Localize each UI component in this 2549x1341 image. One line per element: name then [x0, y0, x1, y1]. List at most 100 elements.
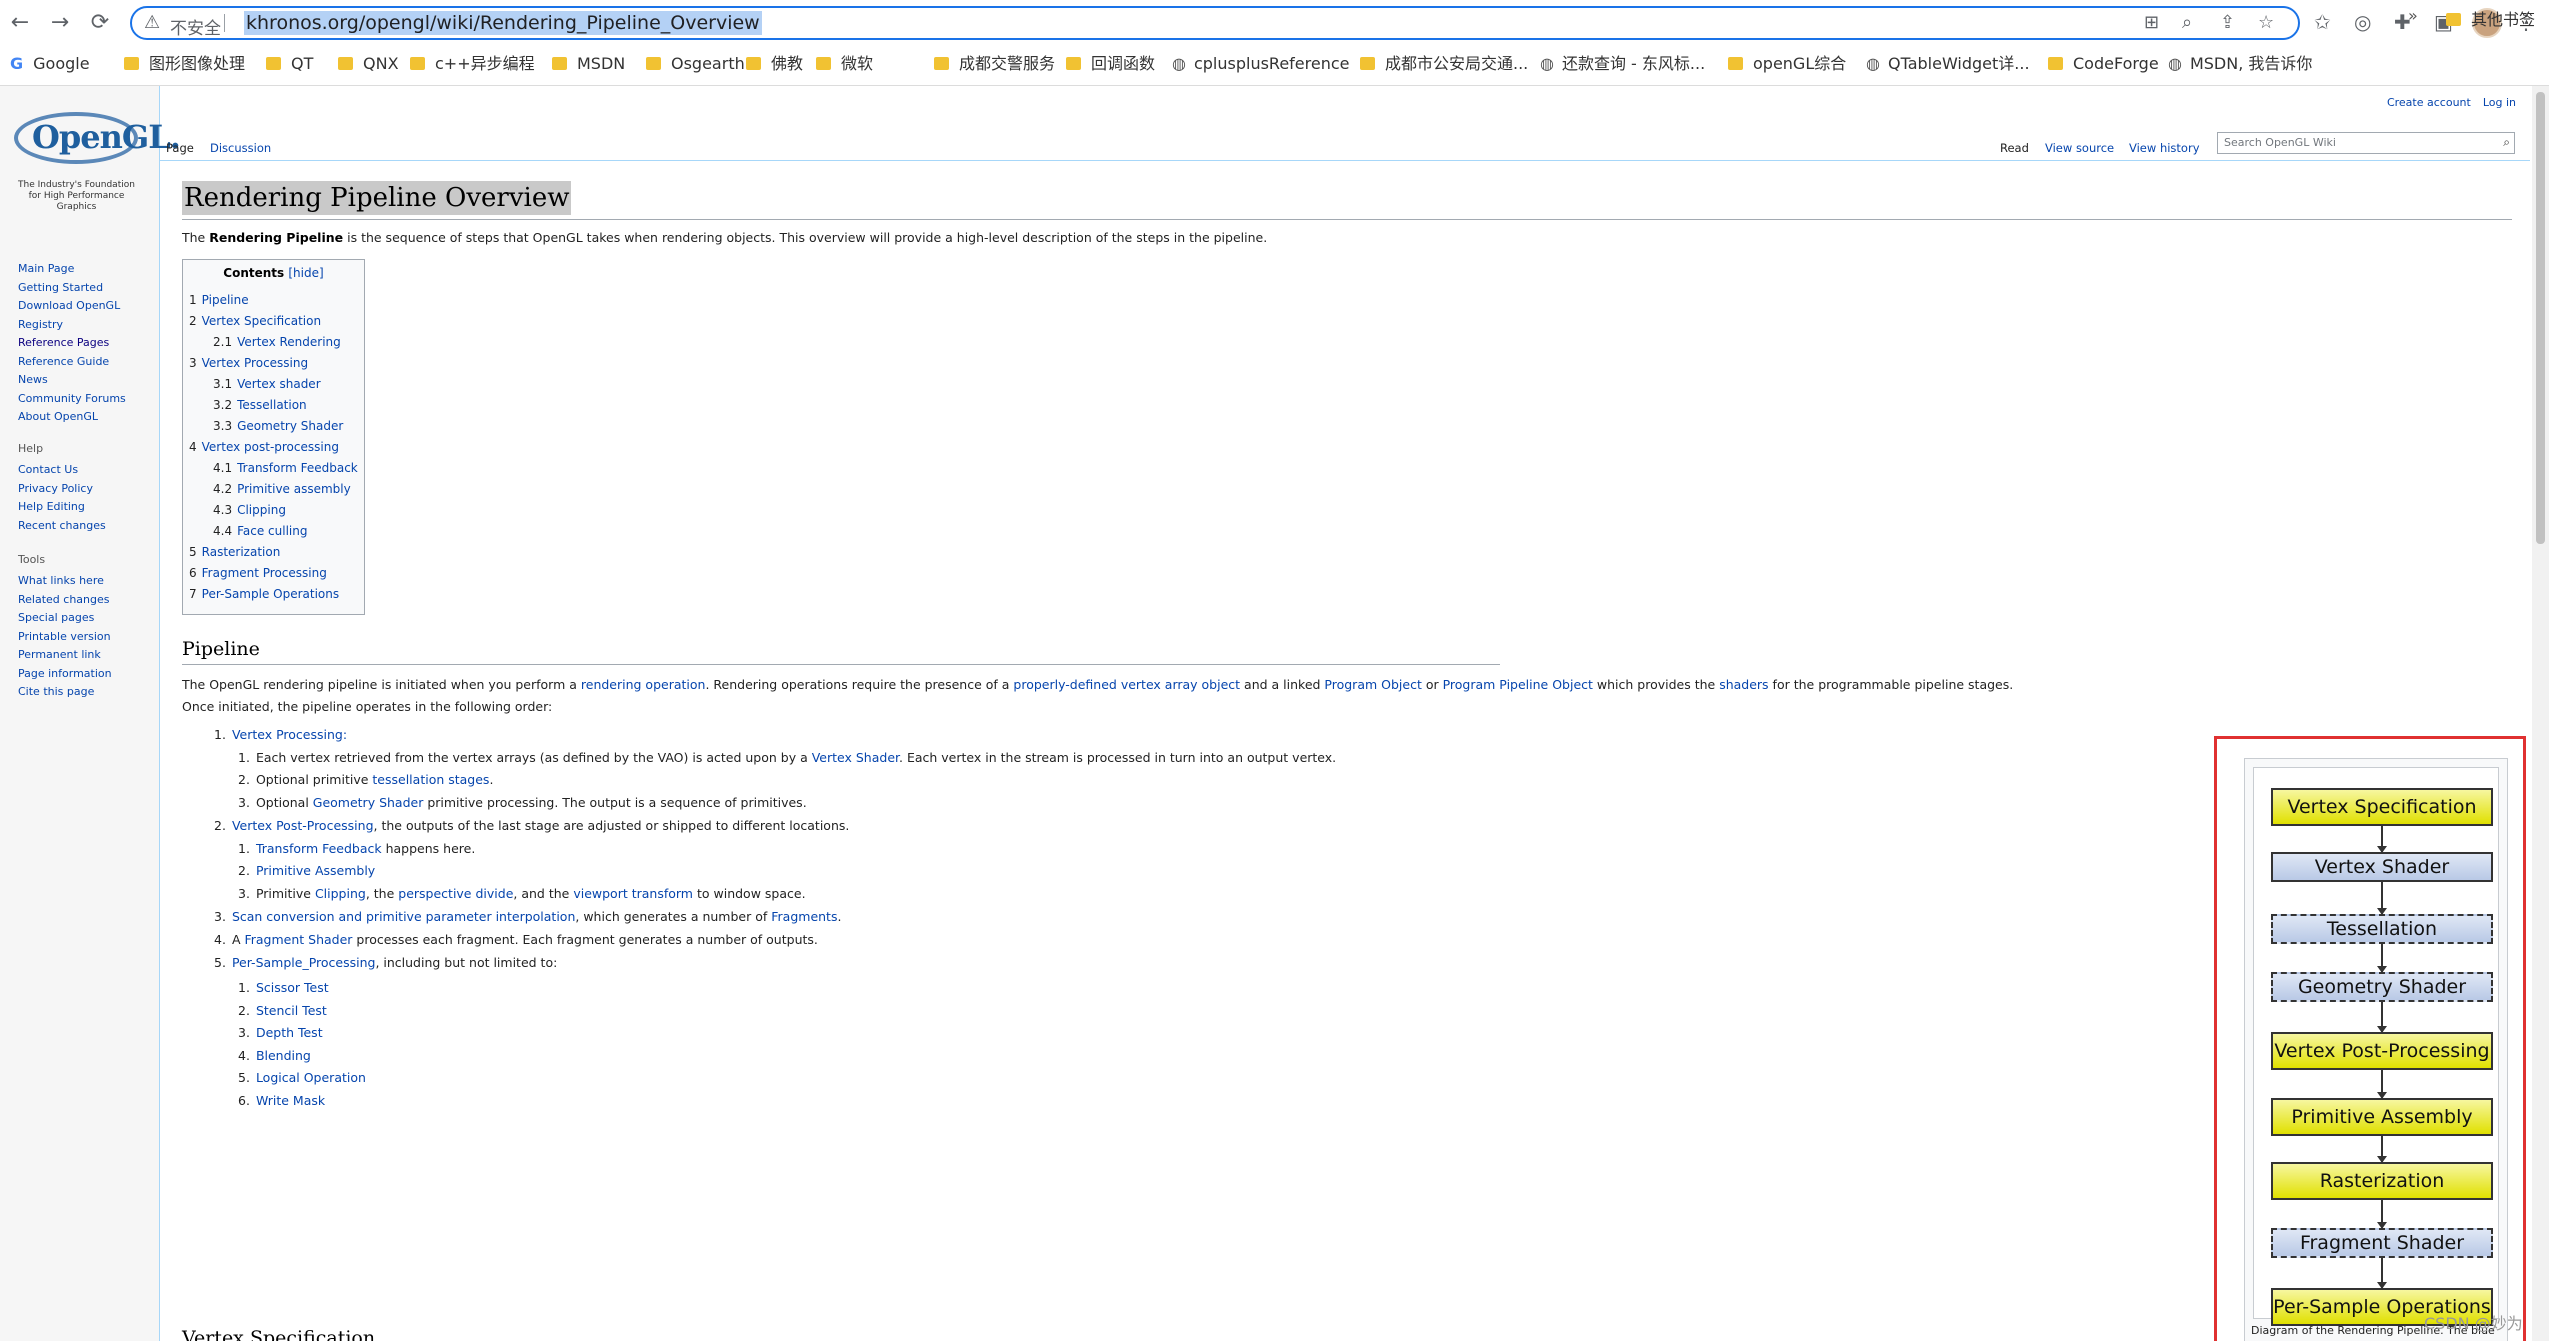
inline-link[interactable]: Vertex Shader [812, 750, 899, 765]
wiki-search-input[interactable]: Search OpenGL Wiki ⌕ [2217, 132, 2515, 154]
tab-discussion[interactable]: Discussion [210, 141, 271, 155]
sidebar-link[interactable]: Privacy Policy [18, 480, 158, 499]
toc-item[interactable]: 4.3 Clipping [189, 500, 358, 521]
inline-link[interactable]: viewport transform [573, 886, 693, 901]
sidebar-link[interactable]: Reference Pages [18, 334, 158, 353]
inline-link[interactable]: properly-defined vertex array object [1013, 677, 1240, 692]
toc-item[interactable]: 2.1 Vertex Rendering [189, 332, 358, 353]
sidebar-link[interactable]: Community Forums [18, 390, 158, 409]
inline-link[interactable]: Clipping [315, 886, 366, 901]
bookmark-item[interactable]: ◍ cplusplusReference [1172, 54, 1350, 74]
toc-item[interactable]: 3 Vertex Processing [189, 353, 358, 374]
bookmarks-more-icon[interactable]: » [2408, 6, 2418, 25]
extension-app-icon[interactable]: ◎ [2354, 10, 2371, 34]
sidebar-link[interactable]: News [18, 371, 158, 390]
bookmark-item[interactable]: ◍ QTableWidget详... [1866, 54, 2030, 74]
inline-link[interactable]: Fragments [771, 909, 837, 924]
toc-item[interactable]: 4.2 Primitive assembly [189, 479, 358, 500]
address-bar[interactable]: ⚠ 不安全 khronos.org/opengl/wiki/Rendering_… [130, 6, 2300, 40]
bookmark-item[interactable]: ◍ MSDN, 我告诉你 [2168, 54, 2312, 74]
toc-hide-link[interactable]: [hide] [288, 266, 323, 280]
bookmark-item[interactable]: G Google [10, 54, 90, 74]
bookmark-item[interactable]: c++异步编程 [410, 54, 535, 74]
warning-icon[interactable]: ⚠ [144, 12, 160, 33]
toc-item[interactable]: 3.3 Geometry Shader [189, 416, 358, 437]
bookmark-item[interactable]: CodeForge [2048, 54, 2159, 74]
scrollbar-thumb[interactable] [2536, 92, 2545, 544]
toc-item[interactable]: 4 Vertex post-processing [189, 437, 358, 458]
bookmark-item[interactable]: QT [266, 54, 313, 74]
tab-read[interactable]: Read [2000, 141, 2029, 155]
toc-item[interactable]: 5 Rasterization [189, 542, 358, 563]
inline-link[interactable]: Scan conversion and primitive parameter … [232, 909, 575, 924]
inline-link[interactable]: Write Mask [256, 1093, 325, 1108]
inline-link[interactable]: Program Pipeline Object [1443, 677, 1593, 692]
sidebar-link[interactable]: Reference Guide [18, 353, 158, 372]
inline-link[interactable]: shaders [1719, 677, 1768, 692]
inline-link[interactable]: Logical Operation [256, 1070, 366, 1085]
other-bookmarks[interactable]: 其他书签 [2446, 6, 2535, 30]
back-icon[interactable]: ← [6, 9, 34, 37]
url-text[interactable]: khronos.org/opengl/wiki/Rendering_Pipeli… [244, 11, 762, 35]
personal-link[interactable]: Create account [2387, 96, 2471, 109]
inline-link[interactable]: Vertex Post-Processing [232, 818, 374, 833]
inline-link[interactable]: Depth Test [256, 1025, 323, 1040]
toc-item[interactable]: 4.1 Transform Feedback [189, 458, 358, 479]
inline-link[interactable]: Per-Sample_Processing [232, 955, 376, 970]
bookmark-item[interactable]: 图形图像处理 [124, 54, 245, 74]
toc-item[interactable]: 6 Fragment Processing [189, 563, 358, 584]
toc-item[interactable]: 2 Vertex Specification [189, 311, 358, 332]
security-label[interactable]: 不安全 [170, 14, 221, 39]
bookmark-item[interactable]: 回调函数 [1066, 54, 1155, 74]
sidebar-link[interactable]: Contact Us [18, 461, 158, 480]
tab-page[interactable]: Page [166, 141, 194, 155]
bookmark-item[interactable]: openGL综合 [1728, 54, 1846, 74]
toc-item[interactable]: 3.2 Tessellation [189, 395, 358, 416]
bookmark-item[interactable]: 佛教 [746, 54, 803, 74]
bookmark-star-icon[interactable]: ☆ [2258, 12, 2274, 33]
inline-link[interactable]: Transform Feedback [256, 841, 382, 856]
bookmark-item[interactable]: MSDN [552, 54, 625, 74]
inline-link[interactable]: Geometry Shader [313, 795, 424, 810]
inline-link[interactable]: Stencil Test [256, 1003, 327, 1018]
inline-link[interactable]: rendering operation [581, 677, 706, 692]
sidebar-link[interactable]: Cite this page [18, 683, 158, 702]
sidebar-link[interactable]: Recent changes [18, 517, 158, 536]
forward-icon[interactable]: → [46, 9, 74, 37]
bookmark-item[interactable]: Osgearth [646, 54, 745, 74]
reading-list-icon[interactable]: ✩ [2314, 10, 2331, 34]
toc-item[interactable]: 1 Pipeline [189, 290, 358, 311]
toc-item[interactable]: 7 Per-Sample Operations [189, 584, 358, 605]
sidebar-link[interactable]: About OpenGL [18, 408, 158, 427]
sidebar-link[interactable]: Registry [18, 316, 158, 335]
search-icon[interactable]: ⌕ [2503, 135, 2510, 150]
opengl-logo[interactable]: OpenGL. The Industry's Foundation for Hi… [14, 112, 181, 212]
sidebar-link[interactable]: Page information [18, 665, 158, 684]
sidebar-link[interactable]: Special pages [18, 609, 158, 628]
sidebar-link[interactable]: Download OpenGL [18, 297, 158, 316]
toc-item[interactable]: 4.4 Face culling [189, 521, 358, 542]
sidebar-link[interactable]: Related changes [18, 591, 158, 610]
inline-link[interactable]: tessellation stages [372, 772, 489, 787]
sidebar-link[interactable]: Getting Started [18, 279, 158, 298]
bookmark-item[interactable]: QNX [338, 54, 399, 74]
zoom-icon[interactable]: ⌕ [2182, 12, 2192, 33]
sidebar-link[interactable]: Permanent link [18, 646, 158, 665]
bookmark-item[interactable]: 成都交警服务 [934, 54, 1055, 74]
translate-icon[interactable]: ⊞ [2144, 12, 2159, 33]
sidebar-link[interactable]: Help Editing [18, 498, 158, 517]
inline-link[interactable]: Vertex Processing: [232, 727, 347, 742]
inline-link[interactable]: Fragment Shader [244, 932, 352, 947]
sidebar-link[interactable]: What links here [18, 572, 158, 591]
inline-link[interactable]: Program Object [1324, 677, 1421, 692]
bookmark-item[interactable]: 成都市公安局交通... [1360, 54, 1528, 74]
sidebar-link[interactable]: Printable version [18, 628, 158, 647]
inline-link[interactable]: Scissor Test [256, 980, 329, 995]
reload-icon[interactable]: ⟳ [86, 9, 114, 37]
toc-item[interactable]: 3.1 Vertex shader [189, 374, 358, 395]
bookmark-item[interactable]: 微软 [816, 54, 873, 74]
inline-link[interactable]: Primitive Assembly [256, 863, 375, 878]
share-icon[interactable]: ⇪ [2220, 12, 2235, 33]
tab-view-history[interactable]: View history [2129, 141, 2200, 155]
inline-link[interactable]: perspective divide [398, 886, 513, 901]
